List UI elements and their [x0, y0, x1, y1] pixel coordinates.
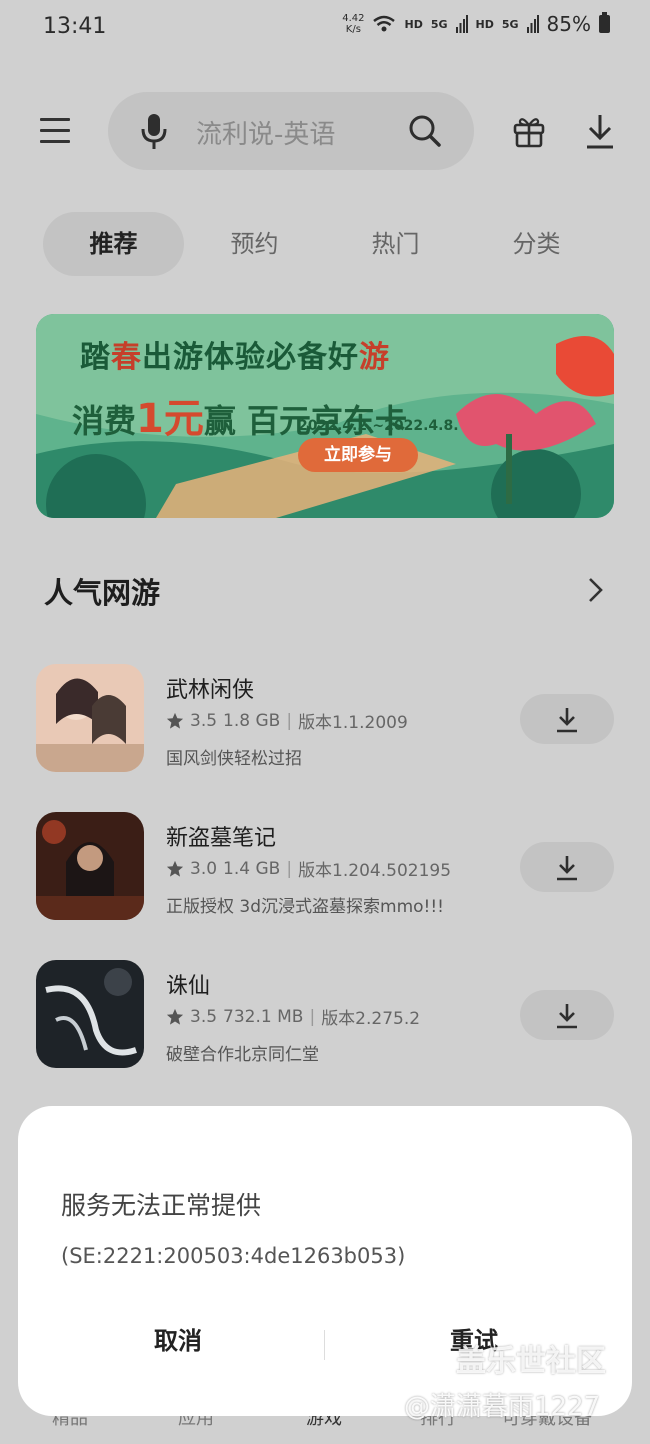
signal-label-1: 5G [430, 17, 448, 31]
app-description: 国风剑侠轻松过招 [166, 749, 302, 769]
app-size: 1.8 GB [223, 710, 281, 731]
battery-icon [599, 12, 610, 33]
app-rating: 3.5 [190, 710, 218, 731]
meta-divider: | [286, 858, 293, 879]
search-input[interactable]: 流利说-英语 [196, 114, 335, 151]
dialog-divider [324, 1330, 325, 1360]
download-icon [557, 1004, 577, 1029]
banner-headline: 踏春出游体验必备好游 [80, 340, 390, 375]
tab-reserve[interactable]: 预约 [184, 212, 325, 276]
app-name: 武林闲侠 [166, 678, 255, 703]
battery-percent: 85% [546, 12, 591, 36]
app-name: 诛仙 [166, 974, 211, 999]
search-bar[interactable]: 流利说-英语 [108, 92, 474, 170]
star-icon [166, 860, 184, 877]
app-size: 1.4 GB [223, 858, 281, 879]
app-icon [36, 812, 144, 920]
banner-offer: 消费1元赢 百元京东卡 [72, 396, 408, 442]
app-description: 破壁合作北京同仁堂 [166, 1045, 319, 1065]
cancel-button[interactable]: 取消 [98, 1316, 258, 1366]
status-bar: 13:41 4.42 K/s HD 5G HD 5G 85% [0, 0, 650, 56]
meta-divider: | [309, 1006, 316, 1027]
app-store-screen: 13:41 4.42 K/s HD 5G HD 5G 85% 流利说-英语 推荐… [0, 0, 650, 1444]
promo-banner[interactable]: 踏春出游体验必备好游 消费1元赢 百元京东卡 2022.4.2.~2022.4.… [36, 314, 614, 518]
mic-icon[interactable] [140, 112, 168, 150]
dialog-error-code: (SE:2221:200503:4de1263b053) [61, 1244, 406, 1268]
app-version: 版本1.204.502195 [298, 861, 452, 881]
app-name: 新盗墓笔记 [166, 826, 277, 851]
signal-label-2: 5G [501, 17, 519, 31]
status-indicators: 4.42 K/s HD 5G HD 5G 85% [342, 12, 610, 36]
star-icon [166, 712, 184, 729]
app-icon [36, 960, 144, 1068]
app-meta: 3.5 1.8 GB | 版本1.1.2009 [166, 708, 408, 733]
tab-hot[interactable]: 热门 [325, 212, 466, 276]
app-version: 版本2.275.2 [321, 1009, 421, 1029]
download-icon [557, 708, 577, 733]
category-tabs: 推荐 预约 热门 分类 [43, 212, 613, 276]
download-button[interactable] [520, 694, 614, 744]
tab-recommend[interactable]: 推荐 [43, 212, 184, 276]
app-meta: 3.5 732.1 MB | 版本2.275.2 [166, 1004, 420, 1029]
tab-category[interactable]: 分类 [466, 212, 607, 276]
download-icon[interactable] [584, 112, 616, 150]
app-rating: 3.0 [190, 858, 218, 879]
search-icon[interactable] [408, 114, 442, 148]
download-button[interactable] [520, 990, 614, 1040]
dialog-title: 服务无法正常提供 [61, 1191, 262, 1220]
download-icon [557, 856, 577, 881]
banner-join-button[interactable]: 立即参与 [298, 438, 418, 472]
download-button[interactable] [520, 842, 614, 892]
meta-divider: | [286, 710, 293, 731]
banner-date: 2022.4.2.~2022.4.8. [298, 418, 459, 434]
section-title: 人气网游 [44, 576, 161, 610]
menu-icon[interactable] [40, 118, 70, 144]
signal-icon-1 [455, 15, 468, 33]
top-bar: 流利说-英语 [0, 92, 650, 172]
hd-badge-1: HD [404, 17, 423, 31]
hd-badge-2: HD [475, 17, 494, 31]
app-rating: 3.5 [190, 1006, 218, 1027]
app-list-item[interactable]: 武林闲侠 3.5 1.8 GB | 版本1.1.2009 国风剑侠轻松过招 [36, 664, 616, 774]
gift-icon[interactable] [512, 114, 546, 148]
app-size: 732.1 MB [223, 1006, 304, 1027]
chevron-right-icon[interactable] [586, 576, 606, 604]
app-version: 版本1.1.2009 [298, 713, 408, 733]
network-speed: 4.42 K/s [342, 13, 365, 35]
app-list-item[interactable]: 新盗墓笔记 3.0 1.4 GB | 版本1.204.502195 正版授权 3… [36, 812, 616, 922]
app-description: 正版授权 3d沉浸式盗墓探索mmo!!! [166, 897, 444, 917]
app-list-item[interactable]: 诛仙 3.5 732.1 MB | 版本2.275.2 破壁合作北京同仁堂 [36, 960, 616, 1070]
app-meta: 3.0 1.4 GB | 版本1.204.502195 [166, 856, 451, 881]
signal-icon-2 [526, 15, 539, 33]
watermark-user: @潇潇暮雨1227 [404, 1392, 601, 1422]
status-time: 13:41 [43, 14, 107, 39]
wifi-icon [373, 15, 396, 32]
watermark-community: 盖乐世社区 [456, 1344, 606, 1379]
app-icon [36, 664, 144, 772]
star-icon [166, 1008, 184, 1025]
